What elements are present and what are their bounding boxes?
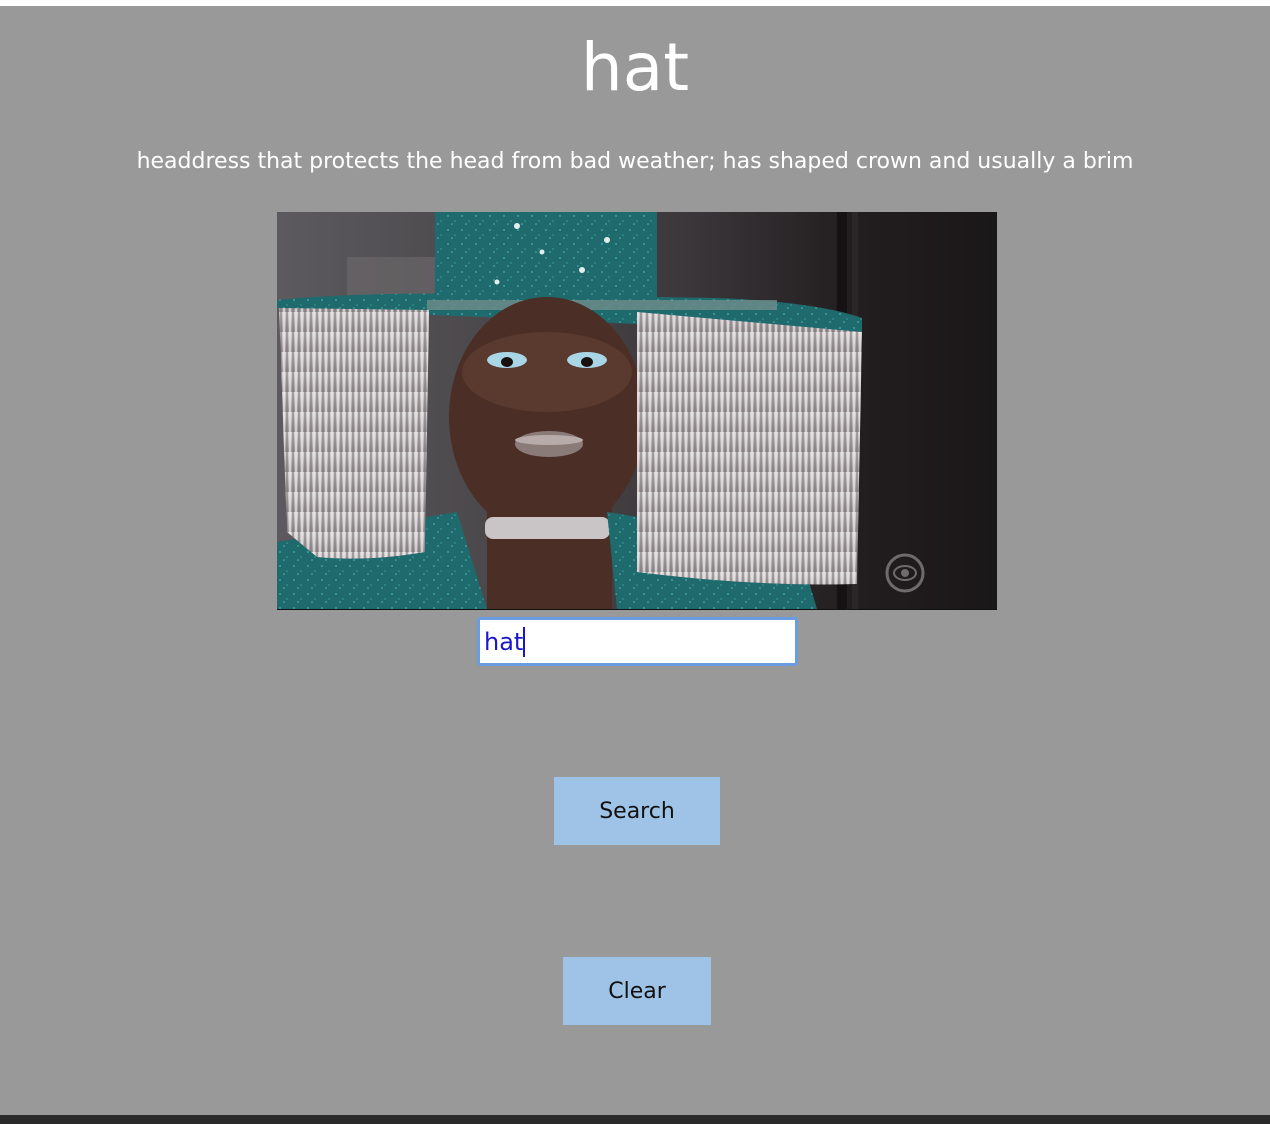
search-button[interactable]: Search	[554, 777, 720, 845]
word-gif-image	[277, 212, 997, 610]
word-definition: headdress that protects the head from ba…	[136, 149, 1134, 174]
footer-bar	[0, 1115, 1270, 1124]
word-title: hat	[580, 29, 690, 106]
text-caret	[523, 627, 525, 657]
clear-button[interactable]: Clear	[563, 957, 711, 1025]
search-input[interactable]	[477, 617, 798, 666]
